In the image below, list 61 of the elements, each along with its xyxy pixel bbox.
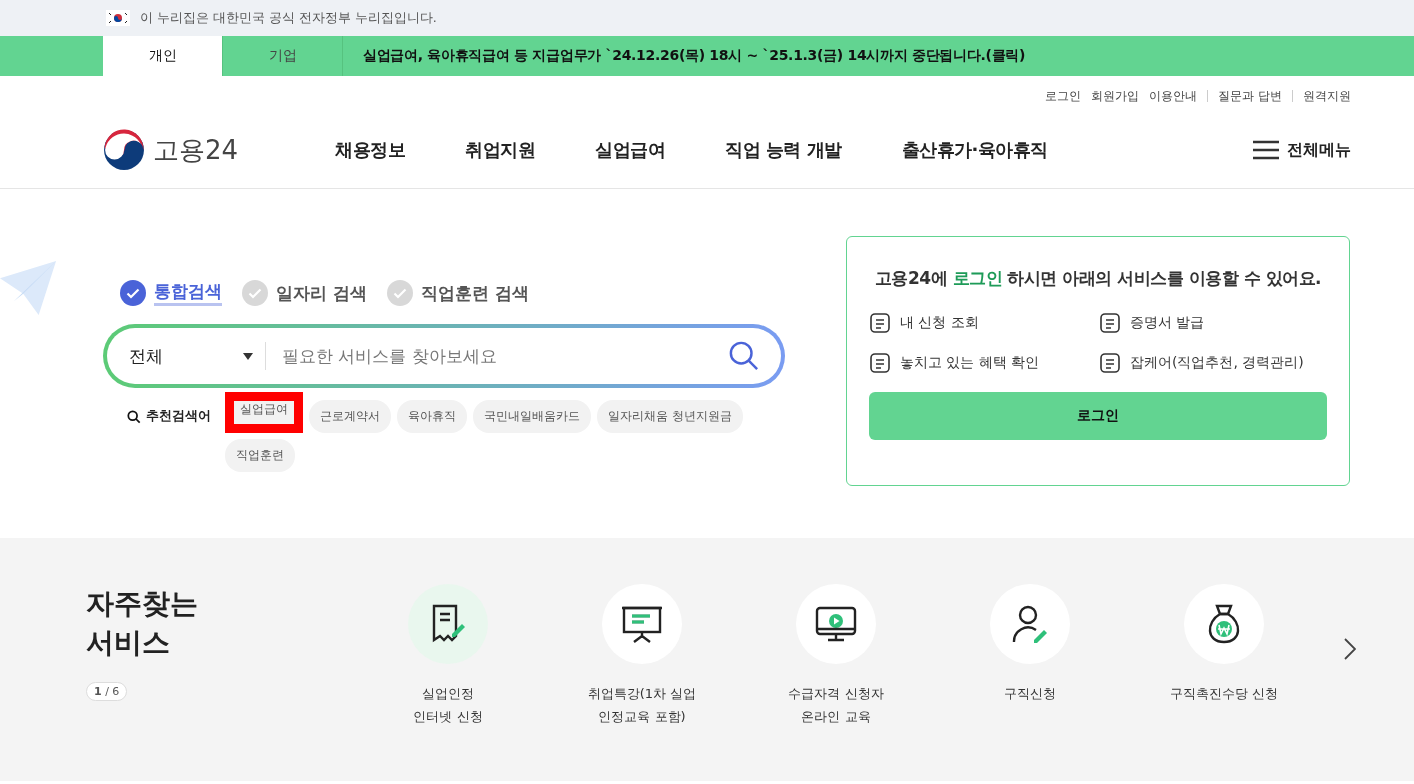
service-label[interactable]: 놓치고 있는 혜택 확인 bbox=[900, 354, 1040, 372]
service-shortcut-label: 구직촉진수당 신청 bbox=[1169, 685, 1279, 703]
flag-icon bbox=[106, 10, 130, 26]
service-shortcut[interactable]: 구직촉진수당 신청 bbox=[1142, 584, 1306, 729]
service-shortcut[interactable]: 수급자격 신청자 온라인 교육 bbox=[754, 584, 918, 729]
audience-tab[interactable]: 기업 bbox=[223, 36, 343, 76]
logo-emblem-icon bbox=[103, 129, 145, 171]
all-menu-button[interactable]: 전체메뉴 bbox=[1253, 139, 1351, 161]
search-icon bbox=[127, 409, 141, 424]
nav-item[interactable]: 채용정보 bbox=[335, 138, 405, 162]
check-circle-icon bbox=[242, 280, 268, 306]
service-label[interactable]: 증명서 발급 bbox=[1130, 314, 1205, 332]
search-icon[interactable] bbox=[729, 341, 759, 371]
check-circle-icon bbox=[386, 280, 413, 306]
service-icon bbox=[869, 312, 891, 334]
service-icon bbox=[869, 352, 891, 374]
check-circle-icon bbox=[120, 280, 146, 306]
paper-plane-icon bbox=[0, 259, 58, 317]
util-link[interactable]: 회원가입 bbox=[1091, 87, 1140, 105]
keyword-chip[interactable]: 직업훈련 bbox=[225, 439, 295, 472]
chevron-right-icon[interactable] bbox=[1344, 638, 1356, 660]
keyword-chip[interactable]: 근로계약서 bbox=[309, 400, 391, 433]
service-shortcut-label: 취업특강(1차 실업 인정교육 포함) bbox=[587, 685, 697, 727]
login-button[interactable]: 로그인 bbox=[869, 392, 1327, 440]
service-label[interactable]: 내 신청 조회 bbox=[900, 314, 979, 332]
keyword-chip[interactable]: 육아휴직 bbox=[397, 400, 467, 433]
service-label[interactable]: 잡케어(직업추천, 경력관리) bbox=[1130, 354, 1304, 372]
service-shortcut[interactable]: 구직신청 bbox=[948, 584, 1112, 729]
pager: 1 / 6 bbox=[86, 682, 128, 702]
gov-banner-text: 이 누리집은 대한민국 공식 전자정부 누리집입니다. bbox=[140, 9, 437, 27]
util-link[interactable]: 이용안내 bbox=[1149, 87, 1198, 105]
util-link[interactable]: 로그인 bbox=[1045, 87, 1082, 105]
section-title: 자주찾는 서비스 bbox=[86, 586, 199, 662]
category-select[interactable]: 전체 bbox=[129, 342, 266, 370]
keyword-chip[interactable]: 국민내일배움카드 bbox=[473, 400, 591, 433]
keyword-chip[interactable]: 실업급여 bbox=[225, 392, 303, 433]
nav-item[interactable]: 실업급여 bbox=[595, 138, 665, 162]
login-panel-title: 고용24에 로그인 하시면 아래의 서비스를 이용할 수 있어요. bbox=[873, 267, 1322, 290]
service-icon bbox=[1099, 352, 1121, 374]
nav-item[interactable]: 직업 능력 개발 bbox=[725, 138, 842, 162]
service-shortcut-label: 수급자격 신청자 온라인 교육 bbox=[788, 685, 884, 727]
search-field[interactable]: 전체 필요한 서비스를 찾아보세요 bbox=[103, 324, 785, 388]
service-shortcut-label: 실업인정 인터넷 신청 bbox=[413, 685, 483, 727]
menu-icon bbox=[1253, 140, 1279, 160]
util-link[interactable]: 질문과 답변 bbox=[1218, 87, 1282, 105]
keyword-chip[interactable]: 일자리채움 청년지원금 bbox=[597, 400, 743, 433]
service-shortcut[interactable]: 실업인정 인터넷 신청 bbox=[366, 584, 530, 729]
search-tab[interactable]: 일자리 검색 bbox=[242, 280, 367, 306]
audience-tab[interactable]: 개인 bbox=[103, 36, 223, 76]
service-shortcut-label: 구직신청 bbox=[1004, 685, 1056, 703]
caret-icon bbox=[243, 352, 253, 360]
nav-item[interactable]: 출산휴가·육아휴직 bbox=[901, 138, 1048, 162]
recommended-label: 추천검색어 bbox=[146, 408, 211, 425]
logo-text[interactable]: 고용24 bbox=[153, 132, 239, 168]
service-icon bbox=[1099, 312, 1121, 334]
search-tab[interactable]: 통합검색 bbox=[120, 280, 222, 306]
nav-item[interactable]: 취업지원 bbox=[465, 138, 535, 162]
search-tab[interactable]: 직업훈련 검색 bbox=[386, 280, 529, 306]
service-shortcut[interactable]: 취업특강(1차 실업 인정교육 포함) bbox=[560, 584, 724, 729]
notice-link[interactable]: 실업급여, 육아휴직급여 등 지급업무가 `24.12.26(목) 18시 ~ `25.1.3(금) 14시까지 중단됩니다.(클릭) bbox=[363, 47, 1026, 65]
util-link[interactable]: 원격지원 bbox=[1303, 87, 1351, 105]
